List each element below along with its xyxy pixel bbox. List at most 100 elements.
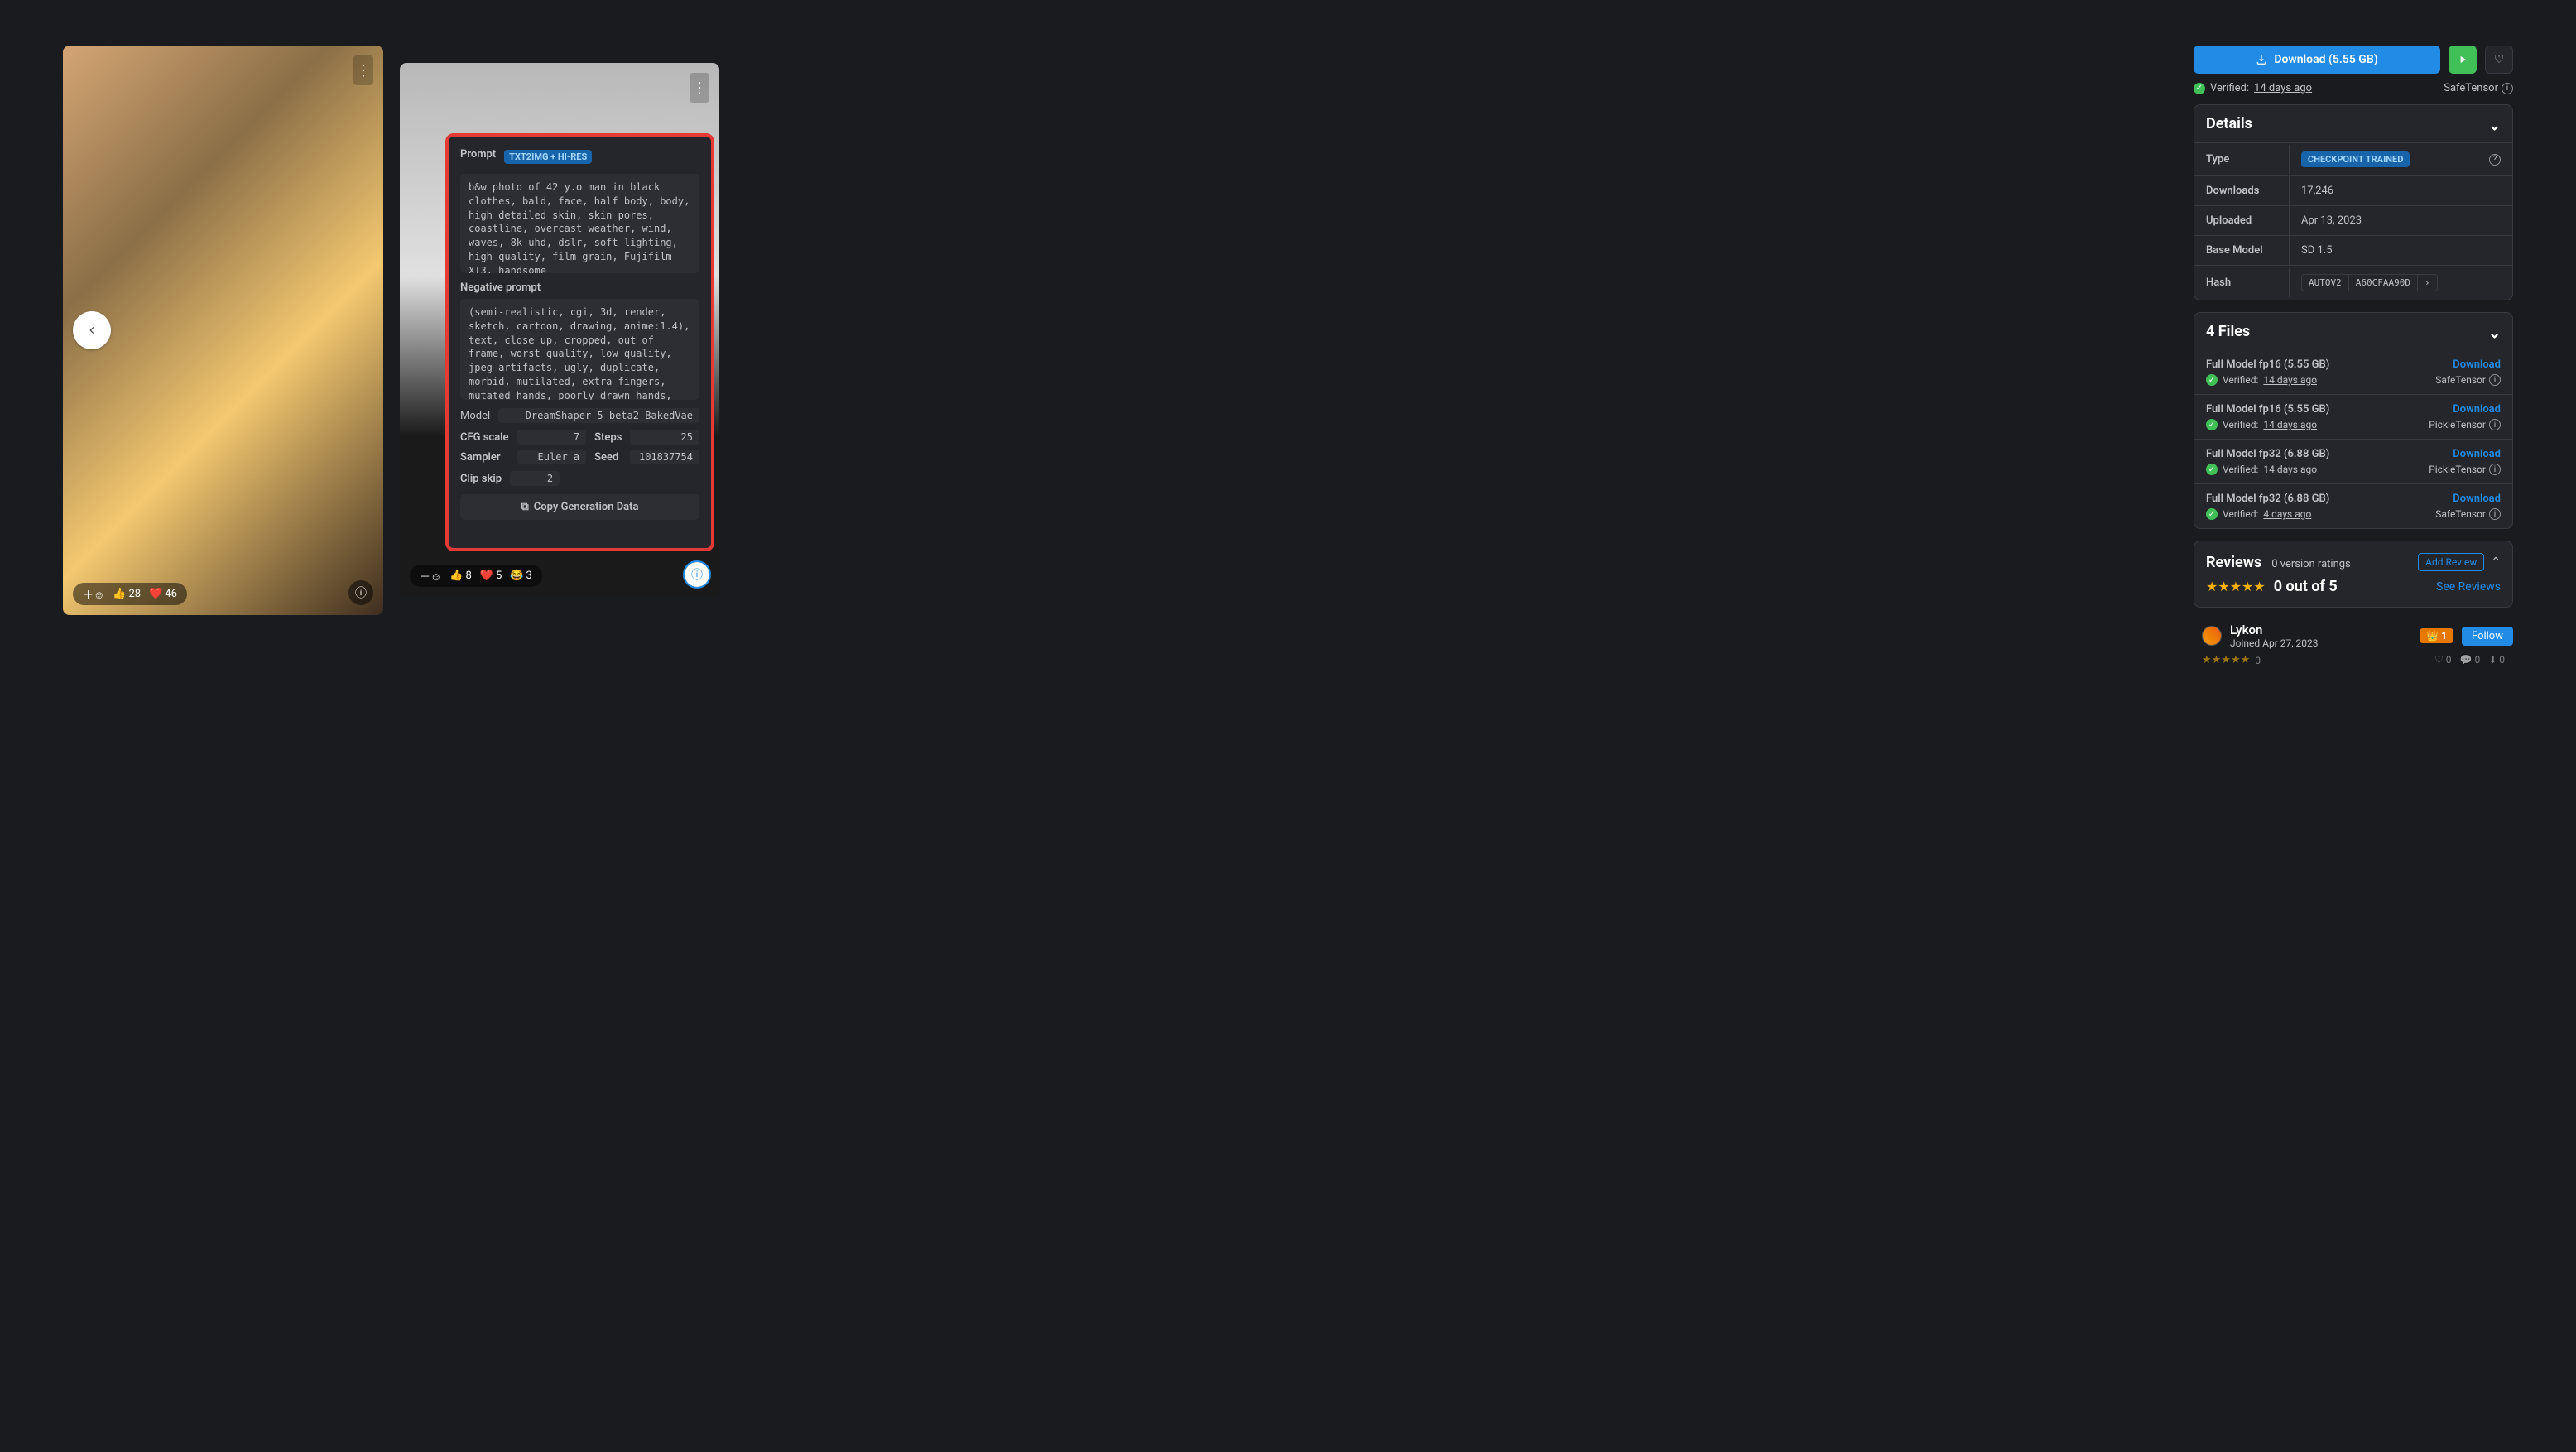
shield-icon: ✓ xyxy=(2194,83,2205,94)
add-reaction-icon[interactable]: ＋☺ xyxy=(83,586,104,602)
info-icon[interactable]: i xyxy=(2489,464,2501,475)
favorite-button[interactable]: ♡ xyxy=(2485,46,2513,74)
stat-comments: 💬 0 xyxy=(2460,654,2481,666)
chevron-up-icon: ⌃ xyxy=(2488,323,2501,340)
chevron-up-icon: ⌃ xyxy=(2488,115,2501,132)
author-joined: Joined Apr 27, 2023 xyxy=(2230,637,2411,649)
file-row: Full Model fp32 (6.88 GB) Download ✓ Verifi… xyxy=(2194,484,2512,528)
thumbs-reaction[interactable]: 👍28 xyxy=(113,588,141,600)
cfg-label: CFG scale xyxy=(460,431,509,444)
shield-icon: ✓ xyxy=(2206,419,2218,430)
verified-when[interactable]: 14 days ago xyxy=(2263,419,2317,430)
clip-label: Clip skip xyxy=(460,473,502,485)
author-name[interactable]: Lykon xyxy=(2230,623,2411,637)
heart-reaction[interactable]: ❤️5 xyxy=(480,570,502,582)
add-review-button[interactable]: Add Review xyxy=(2418,553,2484,571)
negative-prompt-text[interactable]: (semi-realistic, cgi, 3d, render, sketch… xyxy=(460,299,699,400)
help-icon[interactable]: ? xyxy=(2489,154,2501,166)
info-icon[interactable]: ⓘ xyxy=(685,562,709,587)
previous-arrow[interactable] xyxy=(73,311,111,349)
generation-data-panel: Prompt TXT2IMG + HI-RES b&w photo of 42 … xyxy=(445,133,714,551)
thumbs-reaction[interactable]: 👍8 xyxy=(449,570,472,582)
cfg-value: 7 xyxy=(517,430,587,445)
verified-when[interactable]: 14 days ago xyxy=(2263,464,2317,475)
details-row-hash: Hash AUTOV2 A60CFAA90D › xyxy=(2194,266,2512,300)
play-button[interactable] xyxy=(2449,46,2477,74)
clip-value: 2 xyxy=(510,471,560,486)
verified-when[interactable]: 14 days ago xyxy=(2263,374,2317,386)
shield-icon: ✓ xyxy=(2206,374,2218,386)
gallery-image-2[interactable]: ⋮ Prompt TXT2IMG + HI-RES b&w photo of 4… xyxy=(400,63,719,597)
details-header[interactable]: Details ⌃ xyxy=(2194,105,2512,142)
file-name: Full Model fp16 (5.55 GB) xyxy=(2206,358,2329,371)
stat-value: 0 xyxy=(2255,655,2261,666)
model-value: DreamShaper_5_beta2_BakedVae xyxy=(498,408,699,423)
copy-generation-button[interactable]: ⧉ Copy Generation Data xyxy=(460,494,699,520)
info-icon[interactable]: i xyxy=(2489,419,2501,430)
shield-icon: ✓ xyxy=(2206,464,2218,475)
seed-label: Seed xyxy=(594,451,622,464)
prompt-text[interactable]: b&w photo of 42 y.o man in black clothes… xyxy=(460,174,699,273)
file-download-link[interactable]: Download xyxy=(2453,358,2501,371)
file-name: Full Model fp32 (6.88 GB) xyxy=(2206,493,2329,505)
stat-downloads: ⬇ 0 xyxy=(2488,654,2505,666)
star-rating-small: ★★★★★ xyxy=(2202,654,2250,666)
file-download-link[interactable]: Download xyxy=(2453,403,2501,416)
steps-value: 25 xyxy=(630,430,699,445)
reaction-bar[interactable]: ＋☺ 👍28 ❤️46 xyxy=(73,583,187,605)
info-icon[interactable]: ⓘ xyxy=(348,580,373,605)
verified-when[interactable]: 14 days ago xyxy=(2254,82,2312,94)
hash-pill[interactable]: AUTOV2 A60CFAA90D › xyxy=(2301,274,2438,291)
verified-label: Verified: xyxy=(2210,82,2249,94)
verified-when[interactable]: 4 days ago xyxy=(2263,508,2311,520)
file-name: Full Model fp16 (5.55 GB) xyxy=(2206,403,2329,416)
verified-label: Verified: xyxy=(2223,374,2258,386)
card-menu-icon[interactable]: ⋮ xyxy=(690,73,709,103)
file-name: Full Model fp32 (6.88 GB) xyxy=(2206,448,2329,460)
tensor-type: SafeTensor xyxy=(2435,508,2486,520)
rank-badge: 👑 1 xyxy=(2420,628,2453,643)
tensor-type: SafeTensor xyxy=(2435,374,2486,386)
card-menu-icon[interactable]: ⋮ xyxy=(353,55,373,85)
grin-reaction[interactable]: 😂3 xyxy=(510,570,532,582)
download-button[interactable]: Download (5.55 GB) xyxy=(2194,46,2440,74)
see-reviews-link[interactable]: See Reviews xyxy=(2436,580,2501,594)
file-download-link[interactable]: Download xyxy=(2453,448,2501,460)
details-row-downloads: Downloads 17,246 xyxy=(2194,176,2512,206)
star-rating: ★★★★★ xyxy=(2206,579,2266,594)
gallery-image-1[interactable]: ⋮ ＋☺ 👍28 ❤️46 ⓘ xyxy=(63,46,383,615)
file-row: Full Model fp32 (6.88 GB) Download ✓ Verifi… xyxy=(2194,440,2512,484)
prompt-label: Prompt xyxy=(460,148,496,161)
avatar[interactable] xyxy=(2202,626,2222,646)
tensor-type: PickleTensor xyxy=(2429,464,2486,475)
reviews-title: Reviews xyxy=(2206,554,2261,571)
chevron-down-icon[interactable]: ⌃ xyxy=(2491,555,2501,569)
verified-label: Verified: xyxy=(2223,419,2258,430)
reviews-subtitle: 0 version ratings xyxy=(2271,558,2351,570)
steps-label: Steps xyxy=(594,431,622,444)
info-icon[interactable]: i xyxy=(2502,83,2513,94)
prompt-type-badge: TXT2IMG + HI-RES xyxy=(504,150,592,164)
negative-prompt-label: Negative prompt xyxy=(460,281,699,294)
details-row-basemodel: Base Model SD 1.5 xyxy=(2194,236,2512,266)
details-row-uploaded: Uploaded Apr 13, 2023 xyxy=(2194,206,2512,236)
file-download-link[interactable]: Download xyxy=(2453,493,2501,505)
verified-label: Verified: xyxy=(2223,464,2258,475)
author-row: Lykon Joined Apr 27, 2023 👑 1 Follow xyxy=(2194,619,2513,649)
heart-reaction[interactable]: ❤️46 xyxy=(149,588,177,600)
stat-likes: ♡ 0 xyxy=(2434,654,2451,666)
info-icon[interactable]: i xyxy=(2489,374,2501,386)
chevron-right-icon[interactable]: › xyxy=(2417,275,2437,291)
file-row: Full Model fp16 (5.55 GB) Download ✓ Verifi… xyxy=(2194,350,2512,395)
tensor-type: PickleTensor xyxy=(2429,419,2486,430)
details-row-type: Type CHECKPOINT TRAINED? xyxy=(2194,143,2512,176)
follow-button[interactable]: Follow xyxy=(2462,627,2513,646)
add-reaction-icon[interactable]: ＋☺ xyxy=(420,568,441,584)
reaction-bar[interactable]: ＋☺ 👍8 ❤️5 😂3 xyxy=(410,565,542,587)
files-header[interactable]: 4 Files ⌃ xyxy=(2194,313,2512,350)
tensor-type: SafeTensor xyxy=(2444,82,2498,94)
verified-label: Verified: xyxy=(2223,508,2258,520)
type-badge: CHECKPOINT TRAINED xyxy=(2301,151,2410,167)
shield-icon: ✓ xyxy=(2206,508,2218,520)
info-icon[interactable]: i xyxy=(2489,508,2501,520)
